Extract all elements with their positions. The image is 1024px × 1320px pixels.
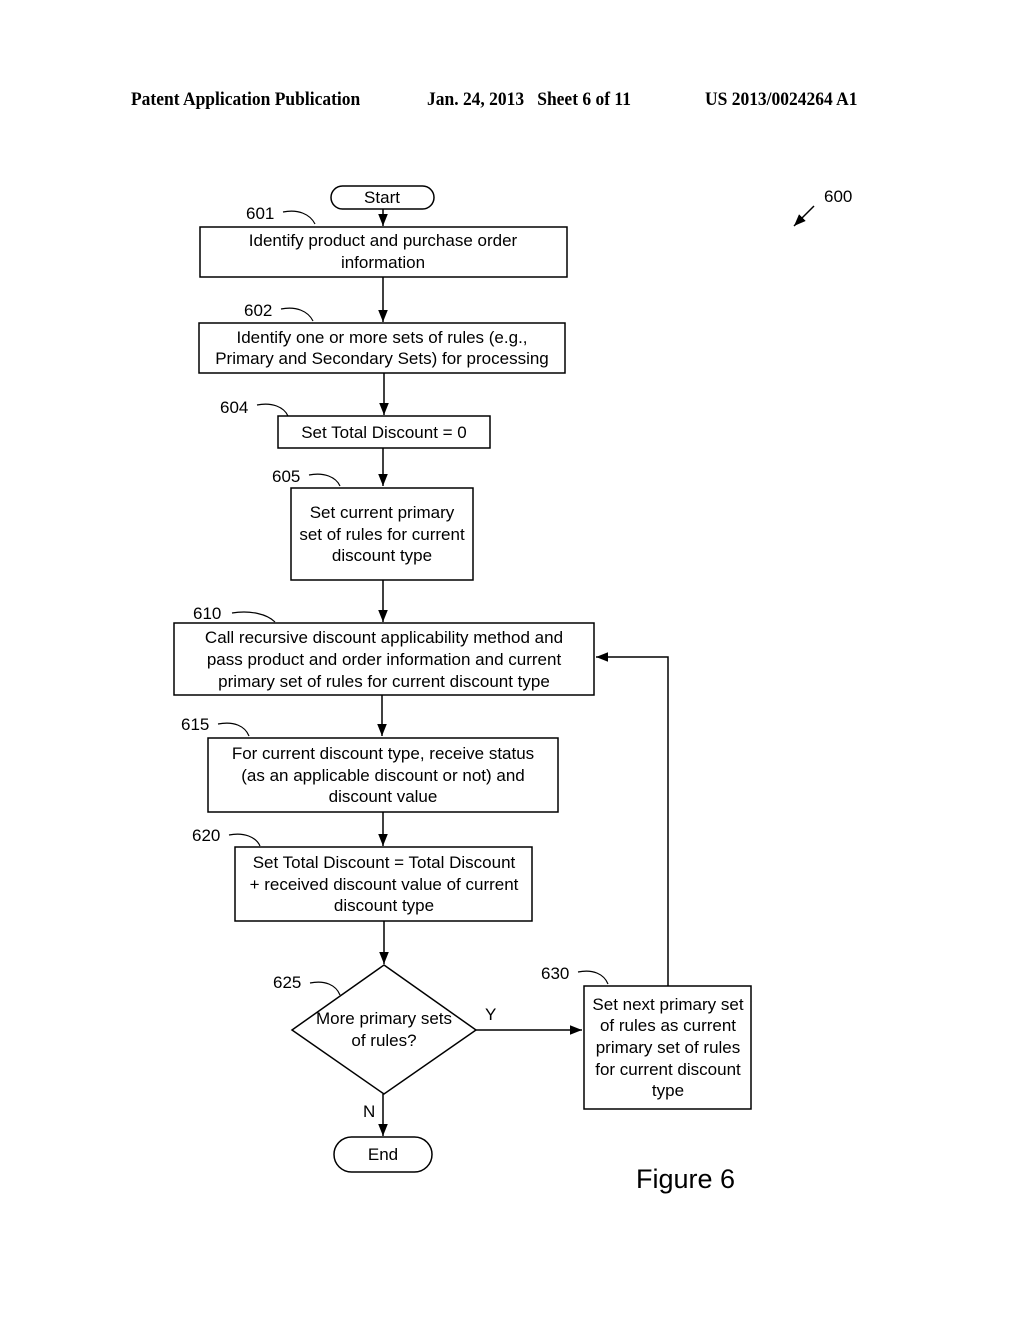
step-604: Set Total Discount = 0 604 <box>220 398 491 449</box>
step-602-line-2: Primary and Secondary Sets) for processi… <box>215 349 549 368</box>
step-630-line-4: for current discount <box>595 1060 741 1079</box>
step-610-line-2: pass product and order information and c… <box>207 650 562 669</box>
step-615-line-1: For current discount type, receive statu… <box>232 744 534 763</box>
step-630: Set next primary set of rules as current… <box>541 964 752 1110</box>
step-615-ref: 615 <box>181 715 209 734</box>
step-615-line-2: (as an applicable discount or not) and <box>241 766 525 785</box>
decision-625-leader <box>309 981 341 996</box>
yes-label: Y <box>485 1005 496 1024</box>
step-604-ref: 604 <box>220 398 248 417</box>
step-605-leader <box>308 473 341 487</box>
step-604-leader <box>256 403 289 417</box>
step-630-line-2: of rules as current <box>600 1016 736 1035</box>
step-610-leader <box>231 611 276 623</box>
step-630-line-3: primary set of rules <box>596 1038 741 1057</box>
decision-625: More primary sets of rules? 625 <box>273 964 478 1095</box>
step-605-line-1: Set current primary <box>310 503 455 522</box>
step-615-leader <box>217 722 250 737</box>
step-602-leader <box>280 307 314 322</box>
decision-625-line-2: of rules? <box>351 1031 416 1050</box>
step-630-leader <box>577 970 609 985</box>
step-610-line-1: Call recursive discount applicability me… <box>205 628 563 647</box>
step-630-line-1: Set next primary set <box>592 995 743 1014</box>
step-602-line-1: Identify one or more sets of rules (e.g.… <box>236 328 527 347</box>
step-620-ref: 620 <box>192 826 220 845</box>
end-label: End <box>368 1145 398 1164</box>
step-601-ref: 601 <box>246 204 274 223</box>
step-610-line-3: primary set of rules for current discoun… <box>218 672 550 691</box>
step-605-line-3: discount type <box>332 546 432 565</box>
step-615-line-3: discount value <box>329 787 438 806</box>
step-630-line-5: type <box>652 1081 684 1100</box>
decision-625-ref: 625 <box>273 973 301 992</box>
step-610-ref: 610 <box>193 604 221 623</box>
step-605: Set current primary set of rules for cur… <box>272 467 474 581</box>
step-620-line-2: + received discount value of current <box>250 875 519 894</box>
step-601-line-1: Identify product and purchase order <box>249 231 518 250</box>
step-620-line-1: Set Total Discount = Total Discount <box>253 853 516 872</box>
decision-625-line-1: More primary sets <box>316 1009 452 1028</box>
step-605-line-2: set of rules for current <box>299 525 465 544</box>
step-604-line-1: Set Total Discount = 0 <box>301 423 467 442</box>
start-label: Start <box>364 188 400 207</box>
step-615: For current discount type, receive statu… <box>181 715 559 813</box>
step-602-ref: 602 <box>244 301 272 320</box>
step-605-ref: 605 <box>272 467 300 486</box>
no-label: N <box>363 1102 375 1121</box>
figure-ref-arrow <box>793 205 815 227</box>
step-620-leader <box>228 833 261 847</box>
step-601-leader <box>282 210 316 225</box>
step-601-line-2: information <box>341 253 425 272</box>
step-620-line-3: discount type <box>334 896 434 915</box>
step-620: Set Total Discount = Total Discount + re… <box>192 826 533 922</box>
step-602: Identify one or more sets of rules (e.g.… <box>198 301 566 374</box>
flowchart: 600 Start Identify product and purchase … <box>173 185 852 1194</box>
figure-caption: Figure 6 <box>636 1164 735 1194</box>
step-630-ref: 630 <box>541 964 569 983</box>
end-terminal: End <box>333 1136 433 1173</box>
arrow-630-610-loop <box>596 652 669 986</box>
step-610: Call recursive discount applicability me… <box>173 604 595 696</box>
figure-ref-number: 600 <box>824 187 852 206</box>
start-terminal: Start <box>330 185 435 210</box>
